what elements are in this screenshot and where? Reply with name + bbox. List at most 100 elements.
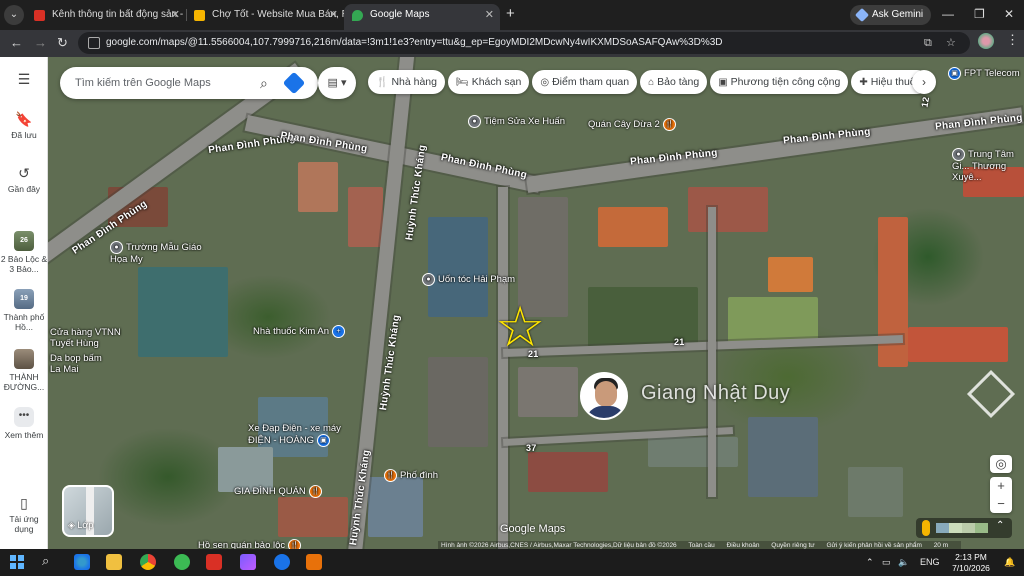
maximize-icon[interactable]: ❐ bbox=[974, 5, 985, 23]
volume-icon[interactable]: 🔈 bbox=[898, 549, 909, 576]
file-explorer-icon[interactable] bbox=[106, 554, 122, 570]
poi-training-center[interactable]: ● Trung Tâm Gi... Thương Xuyê... bbox=[952, 148, 1024, 183]
poi-kindergarten[interactable]: ● Trường Mẫu Giáo Họa My bbox=[110, 241, 210, 265]
poi-agri-store[interactable]: Cửa hàng VTNN Tuyết Hùng bbox=[50, 327, 126, 349]
rail-saved-button[interactable]: 🔖 Đã lưu bbox=[0, 111, 48, 140]
poi-pharmacy[interactable]: Nhà thuốc Kim An + bbox=[253, 325, 348, 338]
alley-number: 37 bbox=[526, 443, 537, 453]
chips-next-arrow-icon[interactable]: › bbox=[912, 70, 936, 94]
google-maps-logo: Google Maps bbox=[500, 523, 566, 535]
restaurant-pin-icon: 🍴 bbox=[288, 539, 302, 549]
windows-start-icon[interactable] bbox=[10, 555, 24, 569]
street-view-strip[interactable]: ⌃ bbox=[916, 518, 1012, 538]
my-location-button[interactable]: ◎ bbox=[990, 455, 1012, 473]
rooftop bbox=[278, 497, 348, 537]
poi-ho-sen-quan[interactable]: Hồ sen quán bảo lộc 🍴 bbox=[198, 539, 304, 549]
chrome-icon[interactable] bbox=[140, 554, 156, 570]
close-tab-icon[interactable]: ✕ bbox=[329, 4, 338, 26]
language-indicator[interactable]: ENG bbox=[920, 549, 940, 576]
terms-link[interactable]: Điều khoản bbox=[727, 542, 760, 549]
profile-avatar[interactable] bbox=[978, 33, 994, 49]
notifications-icon[interactable]: 🔔 bbox=[1004, 549, 1015, 576]
layers-toggle-button[interactable]: ◈ Lớp bbox=[62, 485, 114, 537]
hotel-icon: 🛏 bbox=[456, 77, 469, 88]
chip-transit[interactable]: ▣ Phương tiện công cộng bbox=[710, 70, 849, 94]
privacy-link[interactable]: Quyền riêng tư bbox=[771, 542, 814, 549]
tray-chevron-icon[interactable]: ⌃ bbox=[866, 549, 874, 576]
site-info-icon[interactable] bbox=[88, 37, 100, 49]
satellite-map[interactable]: Phan Đình Phùng Phan Đình Phùng Phan Đìn… bbox=[48, 57, 1024, 549]
poi-pho-dinh[interactable]: 🍴 Phố đình bbox=[384, 469, 438, 482]
saved-lists-button[interactable]: ▤ ▾ bbox=[318, 67, 356, 99]
chip-hotels[interactable]: 🛏 Khách sạn bbox=[448, 70, 530, 94]
scale-label[interactable]: 20 m bbox=[934, 542, 948, 549]
system-clock[interactable]: 2:13 PM 7/10/2026 bbox=[948, 552, 994, 573]
search-input[interactable]: Tìm kiếm trên Google Maps bbox=[75, 67, 211, 99]
edge-icon[interactable] bbox=[74, 554, 90, 570]
tab-cho-tot[interactable]: Chợ Tốt - Website Mua Bán, Rao ✕ bbox=[186, 4, 344, 26]
restaurant-icon: 🍴 bbox=[376, 77, 389, 88]
back-arrow-icon[interactable]: ← bbox=[10, 34, 23, 52]
poi-hair-salon[interactable]: ● Uốn tóc Hải Phạm bbox=[422, 273, 515, 286]
zoom-out-icon[interactable]: − bbox=[990, 495, 1012, 513]
install-app-icon[interactable]: ⧉ bbox=[924, 35, 932, 51]
chip-attractions[interactable]: ◎ Điểm tham quan bbox=[532, 70, 638, 94]
alley-segment bbox=[708, 207, 716, 497]
photo-thumbnails[interactable] bbox=[936, 523, 988, 533]
expand-chevron-icon[interactable]: ⌃ bbox=[996, 520, 1004, 531]
rail-more-button[interactable]: ••• Xem thêm bbox=[0, 407, 48, 440]
tab-kenh-thong-tin[interactable]: Kênh thông tin bất động sản - N ✕ bbox=[26, 4, 186, 26]
chip-museums[interactable]: ⌂ Bảo tàng bbox=[640, 70, 708, 94]
poi-gia-dinh-quan[interactable]: GIA ĐÌNH QUÁN 🍴 bbox=[234, 485, 325, 498]
poi-restaurant[interactable]: Quán Cây Dừa 2 🍴 bbox=[588, 118, 679, 131]
poi-massage[interactable]: Da bọp bấm La Mai bbox=[50, 353, 106, 375]
imagery-credit: Hình ảnh ©2026 Airbus,CNES / Airbus,Maxa… bbox=[441, 542, 677, 549]
tab-google-maps[interactable]: Google Maps ✕ bbox=[344, 4, 500, 30]
chip-restaurants[interactable]: 🍴 Nhà hàng bbox=[368, 70, 445, 94]
rail-recent-place-label: Thành phố Hồ... bbox=[3, 312, 45, 332]
tab-search-button[interactable]: ⌄ bbox=[4, 5, 24, 25]
canva-icon[interactable] bbox=[240, 554, 256, 570]
poi-repair-shop[interactable]: ● Tiệm Sửa Xe Huấn bbox=[468, 115, 565, 128]
history-icon: ↺ bbox=[18, 165, 30, 181]
app-icon[interactable] bbox=[174, 554, 190, 570]
global-link[interactable]: Toàn cầu bbox=[688, 542, 714, 549]
new-tab-icon[interactable]: + bbox=[506, 4, 515, 24]
directions-icon[interactable] bbox=[282, 71, 306, 95]
zoom-in-icon[interactable]: + bbox=[990, 477, 1012, 495]
feedback-link[interactable]: Gửi ý kiến phản hồi về sản phẩm bbox=[826, 542, 921, 549]
bookmark-star-icon[interactable]: ☆ bbox=[946, 35, 956, 51]
minimize-icon[interactable]: — bbox=[942, 5, 954, 23]
rail-recent-place-3[interactable]: THÀNH ĐƯỜNG... bbox=[0, 349, 48, 392]
chip-label: Bảo tàng bbox=[657, 76, 700, 88]
shop-pin-icon: ▣ bbox=[316, 434, 330, 447]
poi-fpt-telecom[interactable]: ▣ FPT Telecom bbox=[948, 67, 1020, 80]
rail-menu-button[interactable]: ☰ bbox=[0, 71, 48, 90]
pegman-icon[interactable] bbox=[922, 520, 930, 536]
forward-arrow-icon[interactable]: → bbox=[34, 34, 47, 52]
taskbar-search-icon[interactable]: ⌕ bbox=[42, 553, 49, 569]
battery-icon[interactable]: ▭ bbox=[882, 549, 891, 576]
maps-search-box[interactable]: Tìm kiếm trên Google Maps ⌕ bbox=[60, 67, 318, 99]
wps-icon[interactable] bbox=[206, 554, 222, 570]
restaurant-pin-icon: 🍴 bbox=[662, 118, 676, 131]
close-window-icon[interactable]: ✕ bbox=[1004, 5, 1014, 23]
reload-icon[interactable]: ↻ bbox=[57, 34, 68, 52]
ask-gemini-button[interactable]: Ask Gemini bbox=[850, 5, 932, 25]
zalo-icon[interactable] bbox=[274, 554, 290, 570]
rail-recent-label: Gần đây bbox=[7, 184, 41, 194]
browser-menu-icon[interactable]: ⋮ bbox=[1006, 32, 1019, 48]
rail-get-app-button[interactable]: ▯ Tải ứng dụng bbox=[0, 495, 48, 534]
search-icon[interactable]: ⌕ bbox=[260, 74, 268, 92]
place-thumbnail: 26 bbox=[14, 231, 34, 251]
rail-recent-button[interactable]: ↺ Gần đây bbox=[0, 165, 48, 194]
url-text[interactable]: google.com/maps/@11.5566004,107.7999716,… bbox=[106, 32, 723, 54]
tab-strip: ⌄ Kênh thông tin bất động sản - N ✕ Chợ … bbox=[0, 0, 1024, 30]
address-bar[interactable]: google.com/maps/@11.5566004,107.7999716,… bbox=[78, 32, 970, 54]
rail-recent-place-2[interactable]: 19 Thành phố Hồ... bbox=[0, 289, 48, 332]
close-tab-icon[interactable]: ✕ bbox=[485, 4, 494, 26]
close-tab-icon[interactable]: ✕ bbox=[171, 4, 180, 26]
app-icon[interactable] bbox=[306, 554, 322, 570]
rail-recent-place-1[interactable]: 26 2 Bảo Lộc & 3 Bảo... bbox=[0, 231, 48, 274]
poi-ebike-shop[interactable]: Xe Đạp Điện - xe máy ĐIỆN - HOÀNG ▣ bbox=[248, 423, 360, 447]
